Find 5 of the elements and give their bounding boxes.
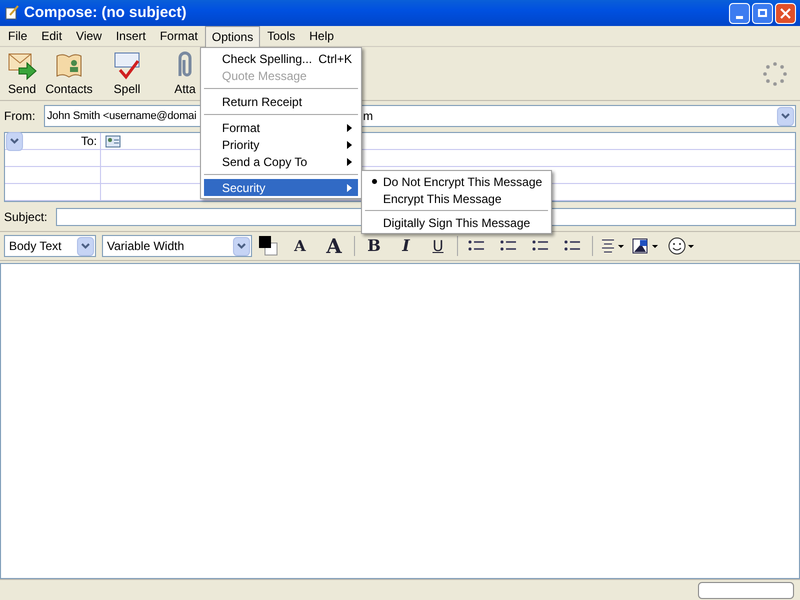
from-value: John Smith <username@domai	[47, 108, 196, 124]
from-value: m	[363, 108, 373, 125]
from-label: From:	[4, 108, 36, 125]
window-title: Compose: (no subject)	[24, 2, 187, 23]
subject-label: Subject:	[4, 209, 48, 226]
